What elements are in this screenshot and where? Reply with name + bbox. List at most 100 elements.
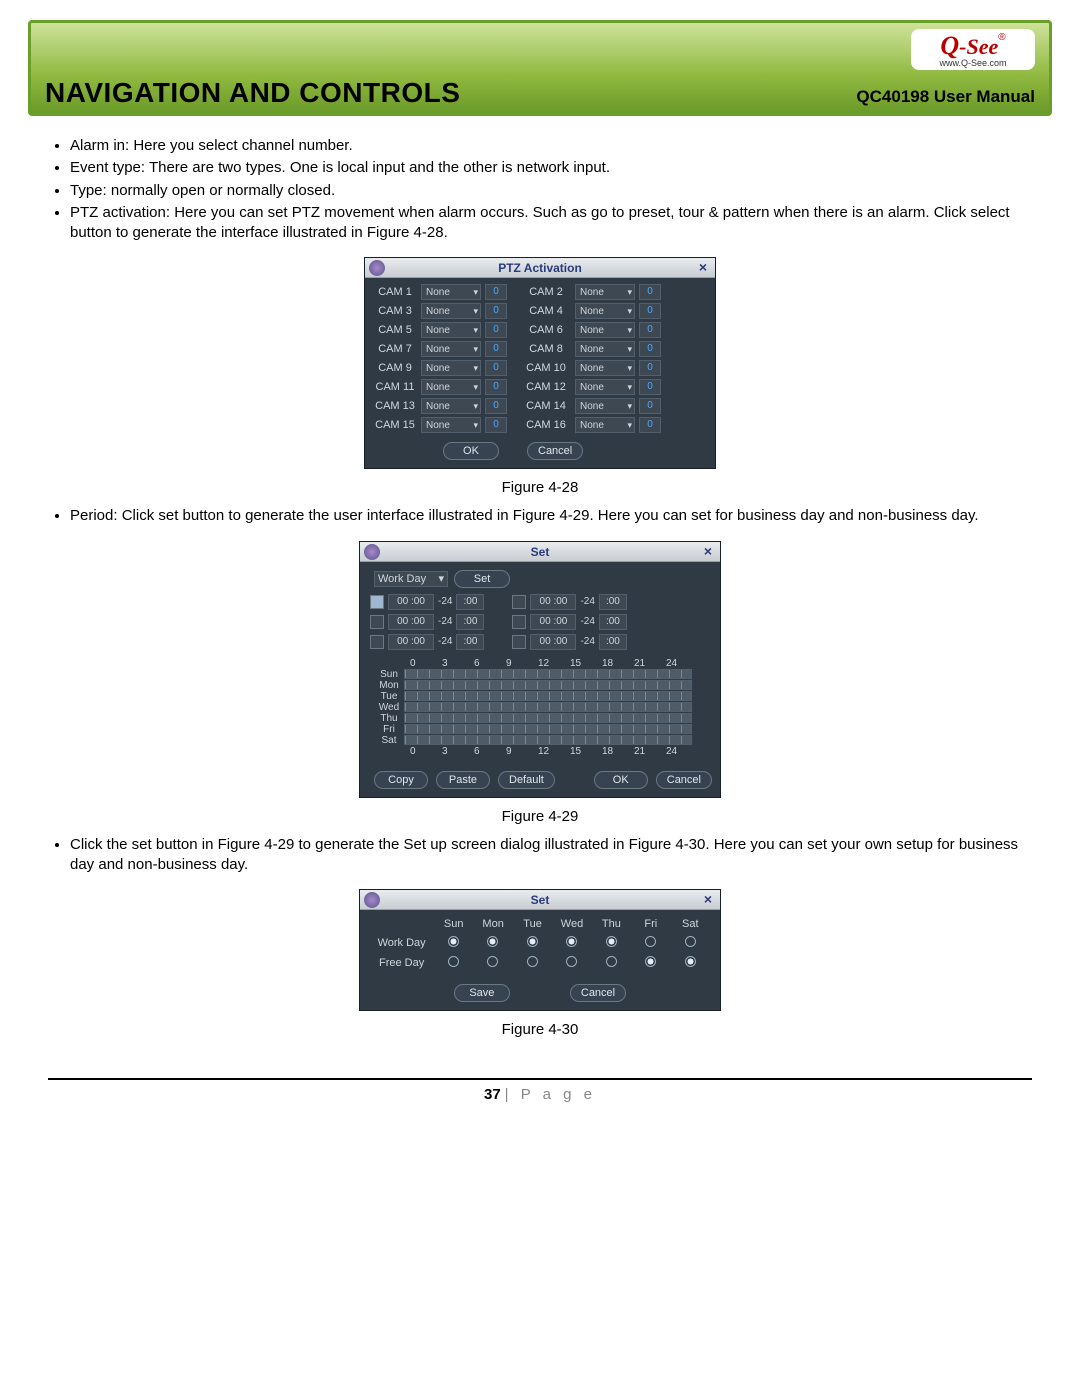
- day-radio[interactable]: [631, 936, 671, 950]
- time-to-input[interactable]: :00: [599, 594, 627, 610]
- day-radio[interactable]: [473, 936, 513, 950]
- ptz-action-select[interactable]: None▾: [575, 379, 635, 395]
- day-radio[interactable]: [433, 936, 473, 950]
- cancel-button[interactable]: Cancel: [656, 771, 712, 789]
- ptz-preset-input[interactable]: 0: [639, 379, 661, 395]
- cancel-button[interactable]: Cancel: [570, 984, 626, 1002]
- default-button[interactable]: Default: [498, 771, 555, 789]
- time-to-input[interactable]: :00: [456, 634, 484, 650]
- ptz-preset-input[interactable]: 0: [485, 341, 507, 357]
- time-to-input[interactable]: :00: [456, 594, 484, 610]
- ptz-preset-input[interactable]: 0: [485, 379, 507, 395]
- ptz-action-select[interactable]: None▾: [575, 284, 635, 300]
- day-bar[interactable]: [404, 735, 692, 745]
- time-from-input[interactable]: 00 :00: [388, 614, 434, 630]
- copy-button[interactable]: Copy: [374, 771, 428, 789]
- close-icon[interactable]: ×: [700, 544, 716, 560]
- ok-button[interactable]: OK: [443, 442, 499, 460]
- workday-select[interactable]: Work Day▾: [374, 571, 448, 587]
- cam-label: CAM 2: [521, 286, 571, 298]
- ptz-action-select[interactable]: None▾: [575, 322, 635, 338]
- ptz-action-select[interactable]: None▾: [575, 398, 635, 414]
- chevron-down-icon: ▾: [473, 420, 478, 431]
- time-from-input[interactable]: 00 :00: [530, 634, 576, 650]
- day-radio[interactable]: [512, 956, 552, 970]
- ptz-preset-input[interactable]: 0: [485, 360, 507, 376]
- ptz-row: CAM 13None▾0CAM 14None▾0: [373, 398, 707, 414]
- day-radio[interactable]: [552, 936, 592, 950]
- day-bar[interactable]: [404, 713, 692, 723]
- ptz-action-select[interactable]: None▾: [421, 341, 481, 357]
- day-radio[interactable]: [670, 936, 710, 950]
- ptz-action-select[interactable]: None▾: [575, 360, 635, 376]
- day-col-header: Sun: [434, 918, 473, 930]
- day-radio[interactable]: [433, 956, 473, 970]
- day-radio[interactable]: [591, 956, 631, 970]
- day-bar[interactable]: [404, 724, 692, 734]
- ptz-action-select[interactable]: None▾: [575, 341, 635, 357]
- ptz-preset-input[interactable]: 0: [639, 284, 661, 300]
- ptz-preset-input[interactable]: 0: [639, 322, 661, 338]
- ptz-action-select[interactable]: None▾: [421, 398, 481, 414]
- close-icon[interactable]: ×: [695, 260, 711, 276]
- paste-button[interactable]: Paste: [436, 771, 490, 789]
- cancel-button[interactable]: Cancel: [527, 442, 583, 460]
- ptz-preset-input[interactable]: 0: [485, 322, 507, 338]
- ptz-action-select[interactable]: None▾: [421, 360, 481, 376]
- period-checkbox[interactable]: [370, 595, 384, 609]
- day-label: Mon: [374, 680, 404, 691]
- day-radio[interactable]: [631, 956, 671, 970]
- time-from-input[interactable]: 00 :00: [388, 634, 434, 650]
- ok-button[interactable]: OK: [594, 771, 648, 789]
- day-radio[interactable]: [670, 956, 710, 970]
- ptz-action-select[interactable]: None▾: [421, 379, 481, 395]
- cam-label: CAM 11: [373, 381, 417, 393]
- close-icon[interactable]: ×: [700, 892, 716, 908]
- set-button[interactable]: Set: [454, 570, 510, 588]
- ptz-preset-input[interactable]: 0: [639, 303, 661, 319]
- ptz-action-select[interactable]: None▾: [421, 303, 481, 319]
- ptz-preset-input[interactable]: 0: [485, 398, 507, 414]
- ptz-preset-input[interactable]: 0: [639, 398, 661, 414]
- day-radio[interactable]: [591, 936, 631, 950]
- cam-label: CAM 16: [521, 419, 571, 431]
- period-checkbox[interactable]: [512, 595, 526, 609]
- ptz-action-select[interactable]: None▾: [575, 303, 635, 319]
- period-checkbox[interactable]: [370, 635, 384, 649]
- ptz-action-select[interactable]: None▾: [421, 417, 481, 433]
- ptz-preset-input[interactable]: 0: [485, 284, 507, 300]
- ptz-preset-input[interactable]: 0: [639, 417, 661, 433]
- day-bar[interactable]: [404, 669, 692, 679]
- day-radio[interactable]: [473, 956, 513, 970]
- time-to-input[interactable]: :00: [599, 634, 627, 650]
- figure-caption: Figure 4-28: [48, 479, 1032, 496]
- ptz-titlebar: PTZ Activation ×: [365, 258, 715, 278]
- time-from-input[interactable]: 00 :00: [530, 594, 576, 610]
- day-col-header: Sat: [671, 918, 710, 930]
- day-radio[interactable]: [512, 936, 552, 950]
- ptz-action-select[interactable]: None▾: [575, 417, 635, 433]
- day-bar[interactable]: [404, 702, 692, 712]
- ptz-preset-input[interactable]: 0: [485, 417, 507, 433]
- ptz-action-select[interactable]: None▾: [421, 322, 481, 338]
- day-bar[interactable]: [404, 691, 692, 701]
- period-checkbox[interactable]: [512, 635, 526, 649]
- day-radio[interactable]: [552, 956, 592, 970]
- ptz-preset-input[interactable]: 0: [639, 341, 661, 357]
- ptz-action-select[interactable]: None▾: [421, 284, 481, 300]
- time-to-input[interactable]: :00: [599, 614, 627, 630]
- ptz-preset-input[interactable]: 0: [639, 360, 661, 376]
- time-dash: -24: [438, 636, 452, 647]
- time-from-input[interactable]: 00 :00: [530, 614, 576, 630]
- period-checkbox[interactable]: [512, 615, 526, 629]
- day-row: Sat: [374, 735, 712, 746]
- day-bar[interactable]: [404, 680, 692, 690]
- chevron-down-icon: ▾: [438, 572, 444, 585]
- save-button[interactable]: Save: [454, 984, 510, 1002]
- ptz-preset-input[interactable]: 0: [485, 303, 507, 319]
- period-checkbox[interactable]: [370, 615, 384, 629]
- time-to-input[interactable]: :00: [456, 614, 484, 630]
- day-row: Fri: [374, 724, 712, 735]
- time-from-input[interactable]: 00 :00: [388, 594, 434, 610]
- tick-label: 21: [634, 658, 666, 669]
